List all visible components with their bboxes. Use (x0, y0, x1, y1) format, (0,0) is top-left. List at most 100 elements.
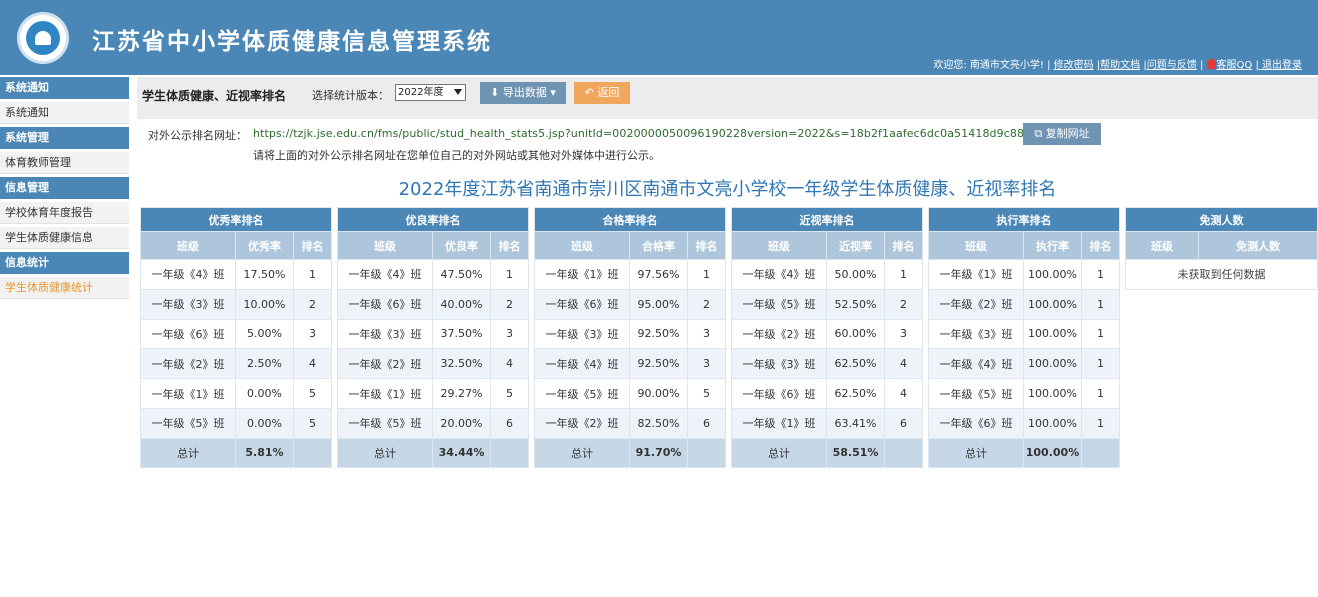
execution-rank-table: 执行率排名 班级 执行率 排名 一年级《1》班 100.00% 1 一年级《2》班 100.00… (928, 207, 1120, 468)
total-label: 总计 (140, 437, 236, 468)
total-label: 总计 (928, 437, 1024, 468)
feedback-link[interactable]: |问题与反馈 (1143, 60, 1196, 71)
qq-penguin-icon (1206, 59, 1216, 69)
total-value: 100.00% (1023, 437, 1082, 468)
table-cell: 6 (490, 407, 529, 439)
table-row: 一年级《6》班 40.00% 2 (337, 288, 529, 320)
column-header: 班级 (534, 231, 630, 260)
column-header: 免测人数 (1198, 231, 1318, 260)
table-row: 一年级《3》班 100.00% 1 (928, 318, 1120, 350)
table-cell: 3 (884, 318, 923, 350)
table-cell: 一年级《1》班 (928, 259, 1024, 290)
table-row: 一年级《4》班 100.00% 1 (928, 348, 1120, 380)
table-cell: 97.56% (629, 259, 688, 290)
public-url-note: 请将上面的对外公示排名网址在您单位自己的对外网站或其他对外媒体中进行公示。 (253, 149, 660, 162)
table-cell: 40.00% (432, 288, 491, 320)
download-icon: ⬇ (490, 86, 503, 99)
table-cell: 一年级《2》班 (534, 407, 630, 439)
table-cell: 100.00% (1023, 407, 1082, 439)
change-password-link[interactable]: 修改密码 (1054, 60, 1094, 71)
table-title: 近视率排名 (731, 207, 923, 232)
total-row: 总计 91.70% (534, 437, 726, 468)
column-header: 班级 (1125, 231, 1199, 260)
table-cell: 一年级《6》班 (928, 407, 1024, 439)
welcome-text: 欢迎您: 南通市文亮小学! | (933, 60, 1051, 71)
sidebar-item-pe-teachers[interactable]: 体育教师管理 (0, 152, 129, 174)
help-doc-link[interactable]: |帮助文档 (1097, 60, 1140, 71)
table-cell: 3 (687, 348, 726, 380)
sidebar-item-system-notice[interactable]: 系统通知 (0, 102, 129, 124)
export-data-button[interactable]: ⬇ 导出数据 ▾ (480, 82, 566, 104)
table-cell: 82.50% (629, 407, 688, 439)
sidebar-section-stats: 信息统计 (0, 252, 129, 274)
public-url-label: 对外公示排名网址： (148, 129, 247, 142)
table-cell: 100.00% (1023, 378, 1082, 409)
sidebar-section-info: 信息管理 (0, 177, 129, 199)
table-row: 一年级《3》班 92.50% 3 (534, 318, 726, 350)
page-title: 学生体质健康、近视率排名 (142, 89, 287, 103)
table-row: 一年级《4》班 50.00% 1 (731, 259, 923, 290)
chevron-down-icon (454, 89, 462, 95)
sidebar-item-health-stats[interactable]: 学生体质健康统计 (0, 277, 129, 299)
table-cell: 一年级《2》班 (337, 348, 433, 380)
table-cell: 一年级《5》班 (731, 288, 827, 320)
total-rank (1081, 437, 1120, 468)
qq-support-link[interactable]: 客服QQ (1217, 60, 1253, 71)
table-cell: 一年级《1》班 (534, 259, 630, 290)
total-label: 总计 (731, 437, 827, 468)
table-cell: 29.27% (432, 378, 491, 409)
empty-message: 未获取到任何数据 (1125, 259, 1318, 290)
column-header: 排名 (884, 231, 923, 260)
table-row: 一年级《2》班 32.50% 4 (337, 348, 529, 380)
table-cell: 一年级《6》班 (140, 318, 236, 350)
sidebar-item-health-info[interactable]: 学生体质健康信息 (0, 227, 129, 249)
column-header: 优良率 (432, 231, 491, 260)
table-cell: 一年级《1》班 (140, 378, 236, 409)
exempt-count-table: 免测人数 班级 免测人数 未获取到任何数据 (1125, 207, 1318, 290)
table-cell: 0.00% (235, 407, 294, 439)
table-cell: 92.50% (629, 348, 688, 380)
back-button[interactable]: ↶ 返回 (574, 82, 630, 104)
total-rank (687, 437, 726, 468)
version-select[interactable]: 2022年度 (395, 84, 466, 101)
table-cell: 一年级《3》班 (534, 318, 630, 350)
table-row: 一年级《6》班 5.00% 3 (140, 318, 332, 350)
table-cell: 1 (293, 259, 332, 290)
table-row: 一年级《1》班 97.56% 1 (534, 259, 726, 290)
column-header: 执行率 (1023, 231, 1082, 260)
copy-icon: ⧉ (1034, 127, 1046, 140)
table-row: 一年级《5》班 100.00% 1 (928, 378, 1120, 409)
table-cell: 一年级《1》班 (337, 378, 433, 409)
header-separator: | (1199, 60, 1207, 71)
table-cell: 一年级《3》班 (140, 288, 236, 320)
system-title: 江苏省中小学体质健康信息管理系统 (92, 29, 492, 55)
column-header: 班级 (928, 231, 1024, 260)
table-row: 一年级《2》班 82.50% 6 (534, 407, 726, 439)
table-cell: 90.00% (629, 378, 688, 409)
version-select-value: 2022年度 (398, 87, 444, 98)
table-row: 一年级《2》班 100.00% 1 (928, 288, 1120, 320)
table-row: 一年级《3》班 62.50% 4 (731, 348, 923, 380)
table-cell: 5 (490, 378, 529, 409)
good-rank-table: 优良率排名 班级 优良率 排名 一年级《4》班 47.50% 1 一年级《6》班 40.00% 2… (337, 207, 529, 468)
table-cell: 4 (884, 348, 923, 380)
sidebar: 系统通知 系统通知 系统管理 体育教师管理 信息管理 学校体育年度报告 学生体质… (0, 77, 129, 302)
copy-url-button[interactable]: ⧉ 复制网址 (1023, 123, 1101, 145)
table-row: 一年级《1》班 0.00% 5 (140, 378, 332, 409)
total-value: 91.70% (629, 437, 688, 468)
total-value: 34.44% (432, 437, 491, 468)
logout-link[interactable]: | 退出登录 (1255, 60, 1302, 71)
table-cell: 2 (293, 288, 332, 320)
total-row: 总计 100.00% (928, 437, 1120, 468)
table-cell: 一年级《4》班 (928, 348, 1024, 380)
column-header: 排名 (490, 231, 529, 260)
table-cell: 1 (1081, 348, 1120, 380)
table-cell: 0.00% (235, 378, 294, 409)
sidebar-item-annual-report[interactable]: 学校体育年度报告 (0, 202, 129, 224)
table-row: 一年级《2》班 60.00% 3 (731, 318, 923, 350)
column-header: 班级 (731, 231, 827, 260)
table-row: 一年级《3》班 10.00% 2 (140, 288, 332, 320)
table-cell: 1 (1081, 407, 1120, 439)
table-cell: 92.50% (629, 318, 688, 350)
table-cell: 2 (884, 288, 923, 320)
